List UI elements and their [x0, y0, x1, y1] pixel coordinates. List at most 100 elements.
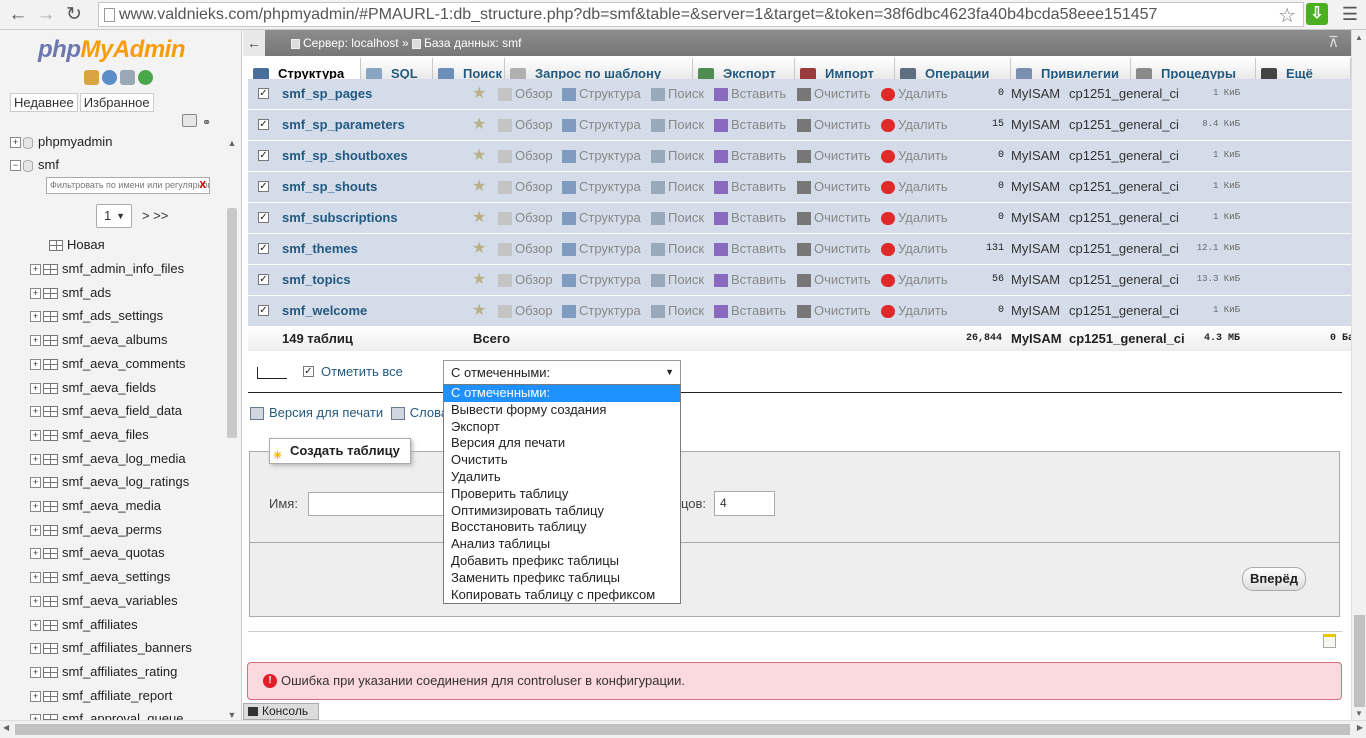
expand-icon[interactable]: + [30, 477, 41, 489]
phpmyadmin-logo[interactable]: phpMyAdmin [38, 36, 185, 64]
tree-table-item[interactable]: + smf_affiliates [30, 617, 138, 632]
browse-action[interactable]: Обзор [498, 179, 553, 195]
expand-icon[interactable]: + [30, 666, 41, 678]
dropdown-option[interactable]: Анализ таблицы [444, 536, 680, 553]
expand-icon[interactable]: + [30, 501, 41, 513]
scroll-left-icon[interactable]: ◀ [3, 723, 9, 732]
tree-table-item[interactable]: + smf_ads [30, 285, 111, 300]
row-checkbox[interactable]: ✓ [258, 119, 269, 130]
row-checkbox[interactable]: ✓ [258, 243, 269, 254]
scroll-thumb[interactable] [1354, 615, 1365, 707]
page-select[interactable]: 1 ▼ [96, 204, 132, 228]
search-action[interactable]: Поиск [651, 272, 704, 288]
browse-action[interactable]: Обзор [498, 272, 553, 288]
dropdown-option[interactable]: Добавить префикс таблицы [444, 553, 680, 570]
structure-action[interactable]: Структура [562, 272, 641, 288]
reload-icon[interactable]: ↻ [62, 3, 86, 27]
dropdown-option[interactable]: Вывести форму создания [444, 402, 680, 419]
favorite-star-icon[interactable]: ★ [472, 300, 486, 320]
expand-icon[interactable]: + [30, 690, 41, 702]
tree-db-smf[interactable]: − smf [10, 157, 59, 172]
table-name-input[interactable] [308, 492, 448, 516]
link-icon[interactable]: ⚭ [202, 116, 211, 129]
breadcrumb-server[interactable]: Сервер: localhost [303, 36, 399, 50]
page-vertical-scrollbar[interactable]: ▲ ▼ [1351, 30, 1366, 720]
tab-recent[interactable]: Недавнее [10, 93, 78, 112]
download-extension-icon[interactable]: ⇩ [1306, 3, 1328, 25]
address-bar[interactable]: www.valdnieks.com/phpmyadmin/#PMAURL-1:d… [98, 2, 1304, 27]
expand-icon[interactable]: + [30, 335, 41, 347]
tree-scrollbar[interactable]: ▲ ▼ [226, 138, 238, 720]
search-action[interactable]: Поиск [651, 117, 704, 133]
collapse-all-icon[interactable] [182, 114, 197, 127]
empty-action[interactable]: Очистить [797, 86, 871, 102]
tree-table-item[interactable]: + smf_affiliates_banners [30, 640, 192, 655]
empty-action[interactable]: Очистить [797, 210, 871, 226]
with-selected-select[interactable]: С отмеченными: ▼ [443, 360, 681, 385]
empty-action[interactable]: Очистить [797, 117, 871, 133]
insert-action[interactable]: Вставить [714, 303, 786, 319]
expand-icon[interactable]: + [30, 264, 41, 276]
tree-table-item[interactable]: + smf_ads_settings [30, 308, 163, 323]
scroll-thumb[interactable] [15, 724, 1350, 735]
tree-table-item[interactable]: + smf_aeva_log_ratings [30, 474, 189, 489]
structure-action[interactable]: Структура [562, 117, 641, 133]
drop-action[interactable]: Удалить [881, 117, 948, 133]
row-checkbox[interactable]: ✓ [258, 150, 269, 161]
table-name-link[interactable]: smf_themes [282, 241, 358, 256]
browse-action[interactable]: Обзор [498, 303, 553, 319]
favorite-star-icon[interactable]: ★ [472, 238, 486, 258]
favorite-star-icon[interactable]: ★ [472, 176, 486, 196]
notes-icon[interactable] [1323, 634, 1336, 648]
browse-action[interactable]: Обзор [498, 148, 553, 164]
expand-icon[interactable]: + [30, 619, 41, 631]
dropdown-option[interactable]: Версия для печати [444, 435, 680, 452]
drop-action[interactable]: Удалить [881, 210, 948, 226]
tree-table-item[interactable]: + smf_aeva_perms [30, 522, 162, 537]
favorite-star-icon[interactable]: ★ [472, 145, 486, 165]
page-horizontal-scrollbar[interactable]: ◀ ▶ [0, 720, 1366, 738]
tree-table-item[interactable]: + smf_admin_info_files [30, 261, 184, 276]
collapse-icon[interactable]: − [10, 160, 21, 172]
expand-icon[interactable]: + [30, 548, 41, 560]
check-all-checkbox[interactable]: ✓ [303, 366, 314, 377]
tree-table-item[interactable]: + smf_aeva_log_media [30, 451, 186, 466]
favorite-star-icon[interactable]: ★ [472, 83, 486, 103]
expand-icon[interactable]: + [30, 429, 41, 441]
table-name-link[interactable]: smf_subscriptions [282, 210, 398, 225]
dropdown-option[interactable]: С отмеченными: [444, 385, 680, 402]
structure-action[interactable]: Структура [562, 148, 641, 164]
structure-action[interactable]: Структура [562, 86, 641, 102]
tree-table-item[interactable]: + smf_aeva_comments [30, 356, 186, 371]
row-checkbox[interactable]: ✓ [258, 305, 269, 316]
empty-action[interactable]: Очистить [797, 241, 871, 257]
dropdown-option[interactable]: Восстановить таблицу [444, 519, 680, 536]
console-toggle[interactable]: Консоль [243, 703, 319, 720]
tree-table-item[interactable]: + smf_aeva_files [30, 427, 149, 442]
collapse-panel-icon[interactable]: ← [243, 30, 265, 56]
expand-icon[interactable]: + [30, 643, 41, 655]
expand-icon[interactable]: + [30, 572, 41, 584]
collapse-header-icon[interactable]: ⊼ [1328, 30, 1339, 56]
search-action[interactable]: Поиск [651, 303, 704, 319]
dropdown-option[interactable]: Заменить префикс таблицы [444, 570, 680, 587]
refresh-icon[interactable] [138, 70, 153, 85]
expand-icon[interactable]: + [30, 382, 41, 394]
dropdown-option[interactable]: Копировать таблицу с префиксом [444, 587, 680, 604]
forward-icon[interactable]: → [34, 3, 58, 27]
row-checkbox[interactable]: ✓ [258, 212, 269, 223]
check-all-label[interactable]: Отметить все [321, 364, 403, 379]
drop-action[interactable]: Удалить [881, 148, 948, 164]
page-next-link[interactable]: > >> [142, 208, 168, 223]
scroll-down-icon[interactable]: ▼ [1355, 709, 1363, 718]
insert-action[interactable]: Вставить [714, 241, 786, 257]
structure-action[interactable]: Структура [562, 241, 641, 257]
drop-action[interactable]: Удалить [881, 272, 948, 288]
dropdown-option[interactable]: Удалить [444, 469, 680, 486]
drop-action[interactable]: Удалить [881, 303, 948, 319]
empty-action[interactable]: Очистить [797, 272, 871, 288]
expand-icon[interactable]: + [30, 453, 41, 465]
search-action[interactable]: Поиск [651, 86, 704, 102]
search-action[interactable]: Поиск [651, 210, 704, 226]
insert-action[interactable]: Вставить [714, 86, 786, 102]
